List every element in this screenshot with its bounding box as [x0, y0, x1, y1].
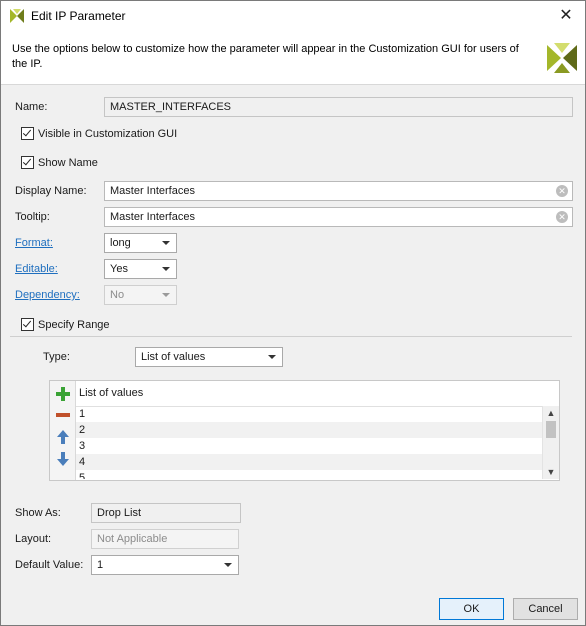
- chevron-down-icon: [162, 293, 170, 297]
- list-column-header: List of values: [76, 381, 545, 407]
- remove-icon[interactable]: [55, 407, 71, 423]
- chevron-down-icon: [162, 241, 170, 245]
- list-scrollbar[interactable]: ▲ ▼: [542, 406, 559, 479]
- move-up-icon[interactable]: [55, 429, 71, 445]
- default-value-select[interactable]: 1: [91, 555, 239, 575]
- layout-label: Layout:: [15, 533, 52, 545]
- show-name-checkbox[interactable]: Show Name: [21, 156, 98, 169]
- clear-icon[interactable]: ✕: [556, 211, 568, 223]
- type-label: Type:: [43, 351, 70, 363]
- values-list-panel: List of values 1 2 3 4 5 ▲ ▼: [49, 380, 560, 481]
- list-rows: 1 2 3 4 5: [76, 406, 542, 479]
- title-bar: Edit IP Parameter ✕: [1, 1, 585, 31]
- default-value: 1: [97, 559, 104, 571]
- layout-field: Not Applicable: [91, 529, 239, 549]
- window-title: Edit IP Parameter: [31, 9, 126, 23]
- name-label: Name:: [15, 101, 48, 113]
- checkbox-checked-icon: [21, 156, 34, 169]
- chevron-down-icon: [224, 563, 232, 567]
- list-item[interactable]: 5: [76, 470, 542, 479]
- clear-icon[interactable]: ✕: [556, 185, 568, 197]
- scroll-down-icon[interactable]: ▼: [543, 465, 559, 479]
- name-field: MASTER_INTERFACES: [104, 97, 573, 117]
- format-select[interactable]: long: [104, 233, 177, 253]
- ok-button[interactable]: OK: [439, 598, 504, 620]
- type-select[interactable]: List of values: [135, 347, 283, 367]
- chevron-down-icon: [268, 355, 276, 359]
- add-icon[interactable]: [55, 386, 71, 402]
- tooltip-label: Tooltip:: [15, 211, 50, 223]
- vivado-logo-icon: [9, 8, 25, 27]
- format-value: long: [110, 237, 131, 249]
- dependency-value: No: [110, 289, 125, 301]
- display-name-input[interactable]: Master Interfaces ✕: [104, 181, 573, 201]
- tooltip-value: Master Interfaces: [110, 211, 195, 223]
- scroll-thumb[interactable]: [546, 421, 556, 438]
- checkbox-checked-icon: [21, 318, 34, 331]
- list-item[interactable]: 1: [76, 406, 542, 422]
- show-as-field: Drop List: [91, 503, 241, 523]
- specify-range-checkbox[interactable]: Specify Range: [21, 318, 110, 331]
- list-item[interactable]: 3: [76, 438, 542, 454]
- list-item[interactable]: 4: [76, 454, 542, 470]
- editable-value: Yes: [110, 263, 128, 275]
- move-down-icon[interactable]: [55, 451, 71, 467]
- checkbox-checked-icon: [21, 127, 34, 140]
- dependency-link[interactable]: Dependency:: [15, 289, 80, 301]
- display-name-value: Master Interfaces: [110, 185, 195, 197]
- visible-in-gui-label: Visible in Customization GUI: [38, 127, 178, 140]
- list-item[interactable]: 2: [76, 422, 542, 438]
- chevron-down-icon: [162, 267, 170, 271]
- edit-ip-parameter-dialog: Edit IP Parameter ✕ Use the options belo…: [0, 0, 586, 626]
- visible-in-gui-checkbox[interactable]: Visible in Customization GUI: [21, 127, 177, 140]
- format-link[interactable]: Format:: [15, 237, 53, 249]
- banner-description: Use the options below to customize how t…: [12, 43, 519, 70]
- dependency-select: No: [104, 285, 177, 305]
- tooltip-input[interactable]: Master Interfaces ✕: [104, 207, 573, 227]
- show-name-label: Show Name: [38, 156, 98, 169]
- section-divider: [10, 336, 572, 337]
- close-icon[interactable]: ✕: [555, 6, 577, 26]
- description-banner: Use the options below to customize how t…: [1, 31, 585, 85]
- specify-range-label: Specify Range: [38, 318, 110, 331]
- type-value: List of values: [141, 351, 206, 363]
- vivado-banner-logo-icon: [545, 41, 579, 78]
- show-as-label: Show As:: [15, 507, 61, 519]
- scroll-up-icon[interactable]: ▲: [543, 406, 559, 420]
- editable-select[interactable]: Yes: [104, 259, 177, 279]
- default-value-label: Default Value:: [15, 559, 84, 571]
- editable-link[interactable]: Editable:: [15, 263, 58, 275]
- list-toolbar: [50, 381, 76, 480]
- cancel-button[interactable]: Cancel: [513, 598, 578, 620]
- display-name-label: Display Name:: [15, 185, 87, 197]
